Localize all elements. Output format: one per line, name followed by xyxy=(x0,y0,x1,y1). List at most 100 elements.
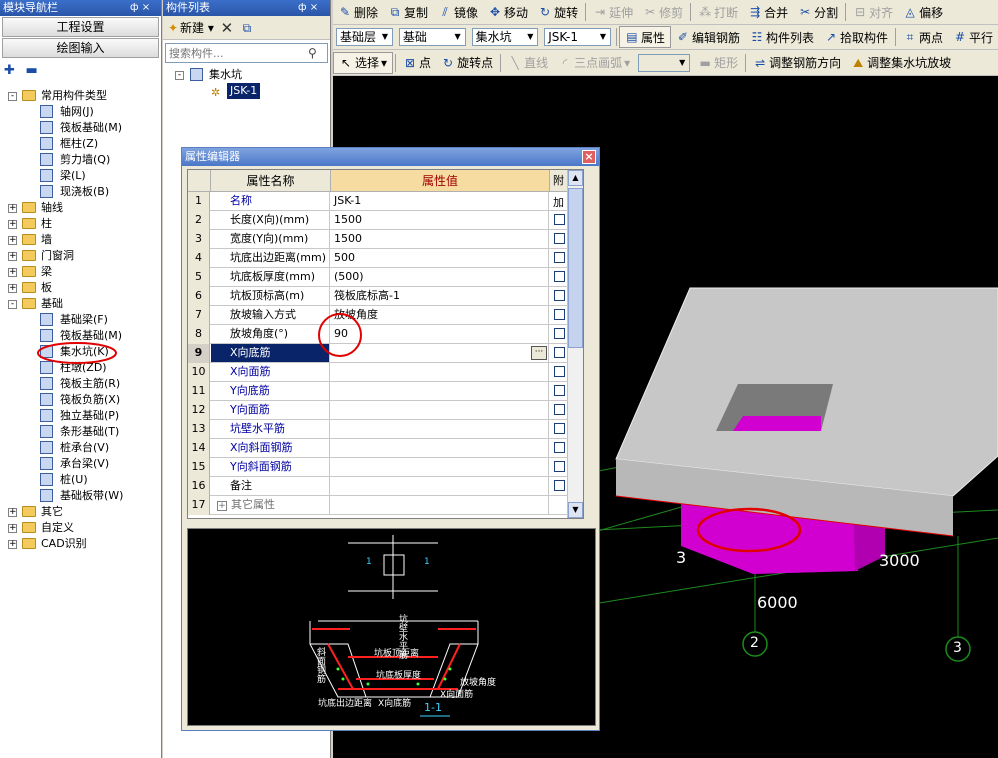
property-row[interactable]: 10 X向面筋 xyxy=(188,363,568,382)
pin-close-icon[interactable]: ф × xyxy=(130,0,150,16)
toolbar-button[interactable]: ✂ 分割 xyxy=(793,1,843,23)
property-value[interactable] xyxy=(331,363,549,381)
toolbar-button[interactable]: ✂ 修剪 xyxy=(638,1,688,23)
property-value[interactable] xyxy=(331,496,549,514)
toolbar-button[interactable]: ⊟ 对齐 xyxy=(848,1,898,23)
component-list-button[interactable]: ☷ 构件列表 xyxy=(745,26,819,48)
extra-checkbox[interactable] xyxy=(553,290,565,301)
tree-component-item[interactable]: 框柱(Z) xyxy=(0,136,160,152)
parallel-button[interactable]: # 平行 xyxy=(948,26,998,48)
expand-icon[interactable]: + xyxy=(8,508,17,517)
category-select[interactable]: 基础 ▼ xyxy=(398,28,466,46)
property-button[interactable]: ▤ 属性 xyxy=(618,26,671,48)
property-row[interactable]: 12 Y向面筋 xyxy=(188,401,568,420)
project-settings-button[interactable]: 工程设置 xyxy=(2,17,159,37)
tree-folder-item[interactable]: + 板 xyxy=(0,280,160,296)
tree-component-item[interactable]: 独立基础(P) xyxy=(0,408,160,424)
property-value[interactable]: 1500 xyxy=(331,211,549,229)
toolbar-button[interactable]: ⧉ 复制 xyxy=(383,1,433,23)
scroll-down-icon[interactable]: ▼ xyxy=(568,502,583,518)
tree-component-item[interactable]: 基础板带(W) xyxy=(0,488,160,504)
tree-folder-item[interactable]: + 墙 xyxy=(0,232,160,248)
toolbar-button[interactable]: ◬ 偏移 xyxy=(898,1,948,23)
floor-select[interactable]: 基础层 ▼ xyxy=(336,28,393,46)
component-select[interactable]: JSK-1 ▼ xyxy=(544,28,611,46)
clist-pin-close-icon[interactable]: ф × xyxy=(298,0,318,16)
extra-checkbox[interactable] xyxy=(553,309,565,320)
property-value[interactable]: (500) xyxy=(331,268,549,286)
expand-icon[interactable]: + xyxy=(8,220,17,229)
property-value[interactable]: 500 xyxy=(331,249,549,267)
delete-icon[interactable]: ✕ xyxy=(220,20,234,35)
property-row[interactable]: 15 Y向斜面钢筋 xyxy=(188,458,568,477)
extra-checkbox[interactable] xyxy=(553,347,565,358)
tree-folder-item[interactable]: - 基础 xyxy=(0,296,160,312)
tree-component-item[interactable]: 筏板主筋(R) xyxy=(0,376,160,392)
tree-component-item[interactable]: 桩承台(V) xyxy=(0,440,160,456)
property-row[interactable]: 2 长度(X向)(mm) 1500 xyxy=(188,211,568,230)
collapse-icon[interactable]: - xyxy=(8,92,17,101)
expand-icon[interactable]: + xyxy=(8,252,17,261)
property-row[interactable]: 11 Y向底筋 xyxy=(188,382,568,401)
pick-component-button[interactable]: ↗ 拾取构件 xyxy=(819,26,893,48)
extra-checkbox[interactable] xyxy=(553,366,565,377)
expand-icon[interactable]: + xyxy=(8,524,17,533)
tree-component-item[interactable]: 现浇板(B) xyxy=(0,184,160,200)
property-row[interactable]: 7 放坡输入方式 放坡角度 xyxy=(188,306,568,325)
expand-icon[interactable]: + xyxy=(8,204,17,213)
extra-checkbox[interactable] xyxy=(553,214,565,225)
collapse-icon[interactable]: - xyxy=(8,300,17,309)
prop-title-bar[interactable]: 属性编辑器 × xyxy=(182,148,599,166)
copy-icon[interactable]: ⧉ xyxy=(240,21,254,35)
property-row[interactable]: 16 备注 xyxy=(188,477,568,496)
toolbar-button[interactable]: ⁂ 打断 xyxy=(693,1,743,23)
property-scrollbar[interactable]: ▲ ▼ xyxy=(567,170,583,518)
expand-icon[interactable]: + xyxy=(8,284,17,293)
select-button[interactable]: ↖ 选择 ▾ xyxy=(333,51,394,74)
property-value[interactable]: 筏板底标高-1 xyxy=(331,287,549,305)
extra-checkbox[interactable] xyxy=(553,233,565,244)
clist-root-node[interactable]: - 集水坑 xyxy=(163,67,330,83)
toolbar-button[interactable]: ⫽ 镜像 xyxy=(433,1,483,23)
tree-folder-item[interactable]: + 轴线 xyxy=(0,200,160,216)
extra-checkbox[interactable] xyxy=(553,328,565,339)
collapse-all-icon[interactable]: ▬ xyxy=(25,63,37,78)
point-button[interactable]: ⊠ 点 xyxy=(398,52,436,74)
property-value[interactable] xyxy=(331,382,549,400)
tree-component-item[interactable]: 剪力墙(Q) xyxy=(0,152,160,168)
tree-component-item[interactable]: 桩(U) xyxy=(0,472,160,488)
extra-checkbox[interactable] xyxy=(553,271,565,282)
tree-component-item[interactable]: 承台梁(V) xyxy=(0,456,160,472)
property-value[interactable] xyxy=(331,458,549,476)
property-row[interactable]: 8 放坡角度(°) 90 xyxy=(188,325,568,344)
toolbar-button[interactable]: ⇶ 合并 xyxy=(743,1,793,23)
collapse-icon[interactable]: - xyxy=(175,71,184,80)
tree-component-item[interactable]: 条形基础(T) xyxy=(0,424,160,440)
edit-rebar-button[interactable]: ✐ 编辑钢筋 xyxy=(671,26,745,48)
property-row[interactable]: 6 坑板顶标高(m) 筏板底标高-1 xyxy=(188,287,568,306)
clist-child-node[interactable]: ✲ JSK-1 xyxy=(163,83,330,99)
ellipsis-button[interactable]: ··· xyxy=(531,346,547,360)
extra-checkbox[interactable] xyxy=(553,252,565,263)
property-row[interactable]: 17 + 其它属性 xyxy=(188,496,568,515)
search-icon[interactable]: ⚲ xyxy=(308,46,324,60)
property-row[interactable]: 14 X向斜面钢筋 xyxy=(188,439,568,458)
extra-checkbox[interactable] xyxy=(553,385,565,396)
scroll-up-icon[interactable]: ▲ xyxy=(568,170,583,186)
toolbar-button[interactable]: ⇥ 延伸 xyxy=(588,1,638,23)
search-input[interactable] xyxy=(166,44,286,62)
drawing-input-button[interactable]: 绘图输入 xyxy=(2,38,159,58)
new-button[interactable]: ✦ 新建 ▾ xyxy=(166,19,214,36)
tree-component-item[interactable]: 筏板基础(M) xyxy=(0,120,160,136)
adjust-rebar-direction-button[interactable]: ⇌ 调整钢筋方向 xyxy=(748,52,846,74)
tree-folder-item[interactable]: + 门窗洞 xyxy=(0,248,160,264)
tree-component-item[interactable]: 梁(L) xyxy=(0,168,160,184)
property-row[interactable]: 1 名称 JSK-1 xyxy=(188,192,568,211)
extra-checkbox[interactable] xyxy=(553,442,565,453)
expand-icon[interactable]: + xyxy=(8,268,17,277)
property-value[interactable]: 放坡角度 xyxy=(331,306,549,324)
rect-button[interactable]: ▬ 矩形 xyxy=(693,52,743,74)
tree-folder-item[interactable]: + 柱 xyxy=(0,216,160,232)
property-value[interactable]: JSK-1 xyxy=(331,192,549,210)
adjust-slope-button[interactable]: ⛰ 调整集水坑放坡 xyxy=(846,52,956,74)
